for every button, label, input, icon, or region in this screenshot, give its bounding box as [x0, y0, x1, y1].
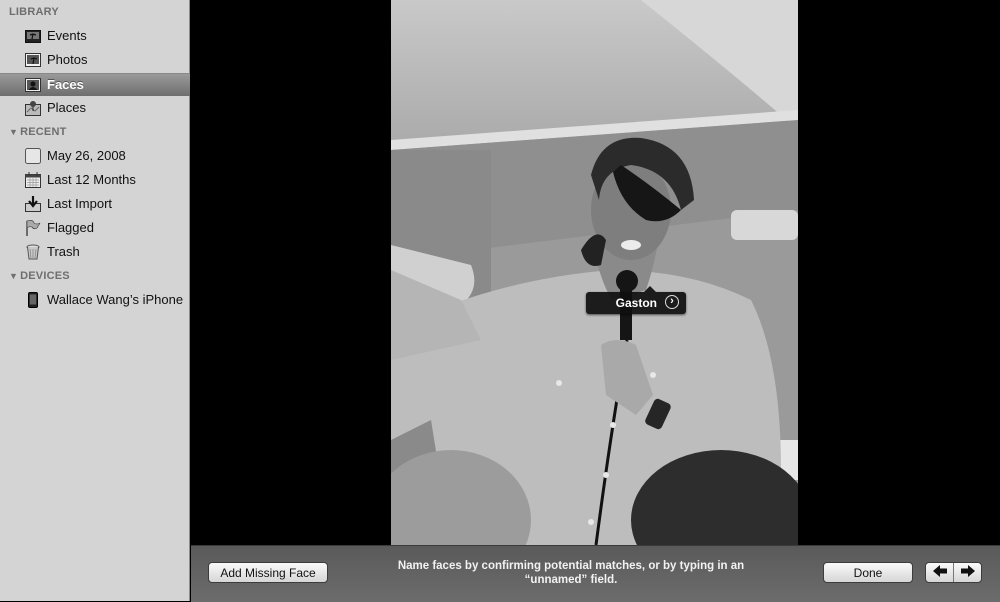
- event-album-icon: [25, 148, 41, 164]
- import-icon: [25, 196, 41, 212]
- section-title: DEVICES: [20, 270, 70, 282]
- flag-icon: [25, 220, 41, 236]
- events-icon: [25, 28, 41, 44]
- sidebar-item-last-import[interactable]: Last Import: [0, 193, 190, 215]
- sidebar-item-places[interactable]: Places: [0, 97, 190, 119]
- instruction-text: Name faces by confirming potential match…: [376, 559, 766, 587]
- sidebar-item-label: Places: [47, 100, 87, 115]
- photo-image: [391, 0, 798, 545]
- next-button[interactable]: [953, 563, 981, 582]
- photos-icon: [25, 52, 41, 68]
- iphone-icon: [25, 292, 41, 308]
- sidebar-item-label: Faces: [47, 77, 84, 92]
- sidebar-item-label: Last Import: [47, 196, 113, 211]
- section-title: RECENT: [20, 126, 67, 138]
- calendar-icon: [25, 172, 41, 188]
- faces-toolbar: Add Missing Face Name faces by confirmin…: [191, 545, 1000, 602]
- done-button[interactable]: Done: [823, 562, 913, 583]
- disclosure-triangle-icon[interactable]: ▼: [9, 127, 18, 137]
- section-title: LIBRARY: [9, 6, 59, 18]
- add-missing-face-button[interactable]: Add Missing Face: [208, 562, 328, 583]
- section-header-devices[interactable]: ▼ DEVICES: [9, 270, 70, 282]
- chevron-right-circle-icon[interactable]: ›: [665, 295, 679, 309]
- arrow-left-icon: [932, 564, 947, 582]
- sidebar-item-events[interactable]: Events: [0, 25, 190, 47]
- previous-button[interactable]: [926, 563, 953, 582]
- sidebar-item-may-26-2008[interactable]: May 26, 2008: [0, 145, 190, 167]
- instruction-line-2: “unnamed” field.: [524, 574, 618, 586]
- face-name-tag[interactable]: Gaston ›: [586, 286, 686, 314]
- source-list-sidebar: LIBRARY Events Photos Faces Places ▼ RECE…: [0, 0, 190, 601]
- sidebar-item-iphone[interactable]: Wallace Wang’s iPhone: [0, 289, 190, 311]
- navigation-arrows: [925, 562, 982, 583]
- sidebar-item-last-12-months[interactable]: Last 12 Months: [0, 169, 190, 191]
- faces-icon: [25, 77, 41, 93]
- face-name-label: Gaston: [615, 296, 657, 310]
- sidebar-item-label: May 26, 2008: [47, 148, 126, 163]
- sidebar-item-label: Flagged: [47, 220, 94, 235]
- sidebar-item-flagged[interactable]: Flagged: [0, 217, 190, 239]
- instruction-line-1: Name faces by confirming potential match…: [397, 560, 745, 572]
- sidebar-item-label: Photos: [47, 52, 88, 67]
- section-header-recent[interactable]: ▼ RECENT: [9, 126, 67, 138]
- sidebar-item-label: Events: [47, 28, 87, 43]
- sidebar-item-label: Trash: [47, 244, 80, 259]
- photo-viewer: Gaston ›: [191, 0, 1000, 545]
- disclosure-triangle-icon[interactable]: ▼: [9, 271, 18, 281]
- sidebar-item-label: Wallace Wang’s iPhone: [47, 292, 184, 307]
- places-icon: [25, 100, 41, 116]
- sidebar-item-faces[interactable]: Faces: [0, 73, 190, 96]
- photo[interactable]: [391, 0, 798, 545]
- section-header-library: LIBRARY: [9, 6, 59, 18]
- arrow-right-icon: [960, 564, 975, 582]
- sidebar-item-label: Last 12 Months: [47, 172, 136, 187]
- sidebar-item-photos[interactable]: Photos: [0, 49, 190, 71]
- trash-icon: [25, 244, 41, 260]
- sidebar-item-trash[interactable]: Trash: [0, 241, 190, 263]
